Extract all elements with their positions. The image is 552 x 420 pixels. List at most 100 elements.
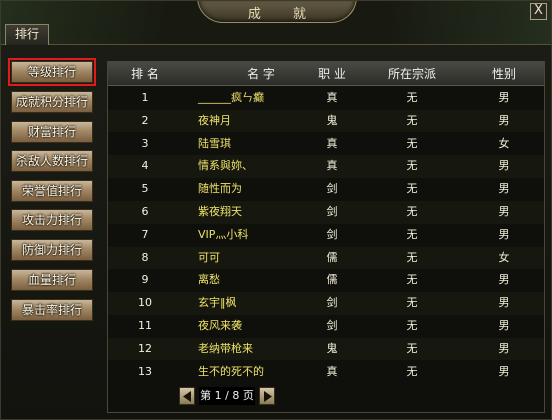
cell-rank: 1: [141, 91, 149, 104]
sidebar-item-attack-ranking[interactable]: 攻击力排行: [11, 209, 93, 231]
cell-sect: 无: [406, 364, 418, 378]
cell-name: ______疯ㄣ癫: [198, 91, 264, 104]
cell-name: 离愁: [198, 273, 220, 287]
ranking-table: 排 名 名 字 职 业 所在宗派 性别 1 ______疯ㄣ癫真无男 2 夜神月鬼无男…: [107, 61, 545, 413]
cell-gender: 女: [498, 136, 510, 150]
cell-rank: 11: [138, 319, 152, 332]
table-row[interactable]: 11 夜风来袭 剑 无 男: [108, 315, 544, 338]
cell-sect: 无: [406, 227, 418, 241]
table-row[interactable]: 8 可可 儒 无 女: [108, 246, 544, 270]
cell-gender: 男: [498, 159, 510, 173]
cell-sect: 无: [406, 136, 418, 150]
tab-bar: 排行: [1, 23, 551, 45]
cell-rank: 4: [141, 159, 149, 173]
cell-name: 紫夜翔天: [198, 205, 242, 218]
cell-name: 夜神月: [198, 113, 231, 127]
cell-sect: 无: [406, 91, 418, 104]
sidebar-item-level-ranking[interactable]: 等级排行: [8, 58, 96, 86]
cell-sect: 无: [406, 205, 418, 218]
table-row[interactable]: 1 ______疯ㄣ癫 真 无 男: [108, 87, 544, 110]
ranking-category-sidebar: 等级排行 成就积分排行 财富排行 杀敌人数排行 荣誉值排行 攻击力排行 防御力排…: [1, 53, 107, 413]
cell-rank: 9: [141, 273, 149, 287]
cell-sect: 无: [406, 113, 418, 127]
cell-gender: 男: [498, 319, 510, 332]
cell-name: 情系與妳、: [198, 159, 253, 173]
cell-gender: 男: [498, 364, 510, 378]
cell-rank: 13: [138, 364, 152, 378]
table-row[interactable]: 10 玄宇‖枫 剑 无 男: [108, 292, 544, 315]
cell-sect: 无: [406, 273, 418, 287]
cell-name: VIP灬小科: [198, 227, 249, 241]
cell-name: 陆雪琪: [198, 136, 231, 150]
header-rank: 排 名: [131, 67, 159, 81]
table-row[interactable]: 5 随性而为 剑 无 男: [108, 178, 544, 201]
cell-rank: 5: [141, 182, 149, 196]
cell-sect: 无: [406, 296, 418, 310]
cell-job: 鬼: [326, 341, 338, 355]
pagination: 第 1 / 8 页: [179, 387, 275, 405]
cell-job: 儒: [326, 250, 338, 264]
cell-gender: 男: [498, 296, 510, 310]
cell-rank: 10: [138, 296, 152, 310]
table-row[interactable]: 9 离愁 儒 无 男: [108, 269, 544, 292]
triangle-right-icon: [264, 391, 272, 402]
cell-job: 真: [326, 159, 338, 173]
cell-rank: 3: [141, 136, 149, 150]
cell-sect: 无: [406, 341, 418, 355]
cell-rank: 2: [141, 113, 149, 127]
table-row[interactable]: 2 夜神月 鬼 无 男: [108, 109, 544, 133]
cell-job: 剑: [326, 296, 338, 310]
table-row[interactable]: 4 情系與妳、 真 无 男: [108, 155, 544, 179]
sidebar-item-kills-ranking[interactable]: 杀敌人数排行: [11, 150, 93, 172]
cell-name: 夜风来袭: [198, 319, 242, 332]
table-row[interactable]: 12 老纳带枪来 鬼 无 男: [108, 337, 544, 361]
table-row[interactable]: 3 陆雪琪 真 无 女: [108, 133, 544, 156]
cell-name: 可可: [198, 250, 220, 264]
sidebar-item-hp-ranking[interactable]: 血量排行: [11, 269, 93, 291]
sidebar-item-crit-rate-ranking[interactable]: 暴击率排行: [11, 299, 93, 321]
cell-sect: 无: [406, 250, 418, 264]
header-job: 职 业: [318, 67, 346, 81]
tab-ranking[interactable]: 排行: [5, 24, 49, 45]
cell-job: 真: [326, 91, 338, 104]
cell-name: 随性而为: [198, 182, 242, 196]
cell-job: 真: [326, 136, 338, 150]
cell-sect: 无: [406, 182, 418, 196]
page-indicator: 第 1 / 8 页: [199, 387, 255, 405]
cell-gender: 男: [498, 182, 510, 196]
cell-gender: 男: [498, 113, 510, 127]
cell-name: 玄宇‖枫: [198, 296, 237, 310]
cell-job: 鬼: [326, 113, 338, 127]
achievement-window: 成 就 X 排行 等级排行 成就积分排行 财富排行 杀敌人数排行 荣誉值排行 攻…: [0, 0, 552, 420]
table-row[interactable]: 6 紫夜翔天 剑 无 男: [108, 201, 544, 224]
cell-gender: 男: [498, 91, 510, 104]
cell-job: 剑: [326, 319, 338, 332]
table-row[interactable]: 7 VIP灬小科 剑 无 男: [108, 224, 544, 247]
table-row[interactable]: 13 生不的死不的 真 无 男: [108, 361, 544, 384]
cell-gender: 男: [498, 341, 510, 355]
cell-rank: 6: [141, 205, 149, 218]
cell-gender: 女: [498, 250, 510, 264]
cell-rank: 12: [138, 341, 152, 355]
cell-gender: 男: [498, 227, 510, 241]
cell-job: 剑: [326, 182, 338, 196]
header-sect: 所在宗派: [387, 67, 436, 81]
cell-name: 生不的死不的: [198, 364, 264, 378]
sidebar-item-defense-ranking[interactable]: 防御力排行: [11, 239, 93, 261]
cell-job: 儒: [326, 273, 338, 287]
next-page-button[interactable]: [259, 387, 275, 405]
cell-gender: 男: [498, 273, 510, 287]
cell-sect: 无: [406, 159, 418, 173]
cell-rank: 7: [141, 227, 149, 241]
cell-sect: 无: [406, 319, 418, 332]
sidebar-item-achievement-points-ranking[interactable]: 成就积分排行: [11, 91, 93, 113]
cell-name: 老纳带枪来: [198, 341, 253, 355]
cell-job: 剑: [326, 205, 338, 218]
prev-page-button[interactable]: [179, 387, 195, 405]
close-button[interactable]: X: [530, 3, 547, 20]
sidebar-item-honor-ranking[interactable]: 荣誉值排行: [11, 180, 93, 202]
triangle-left-icon: [183, 391, 191, 402]
sidebar-item-wealth-ranking[interactable]: 财富排行: [11, 121, 93, 143]
cell-job: 真: [326, 364, 338, 378]
table-header: 排 名 名 字 职 业 所在宗派 性别: [108, 62, 544, 86]
